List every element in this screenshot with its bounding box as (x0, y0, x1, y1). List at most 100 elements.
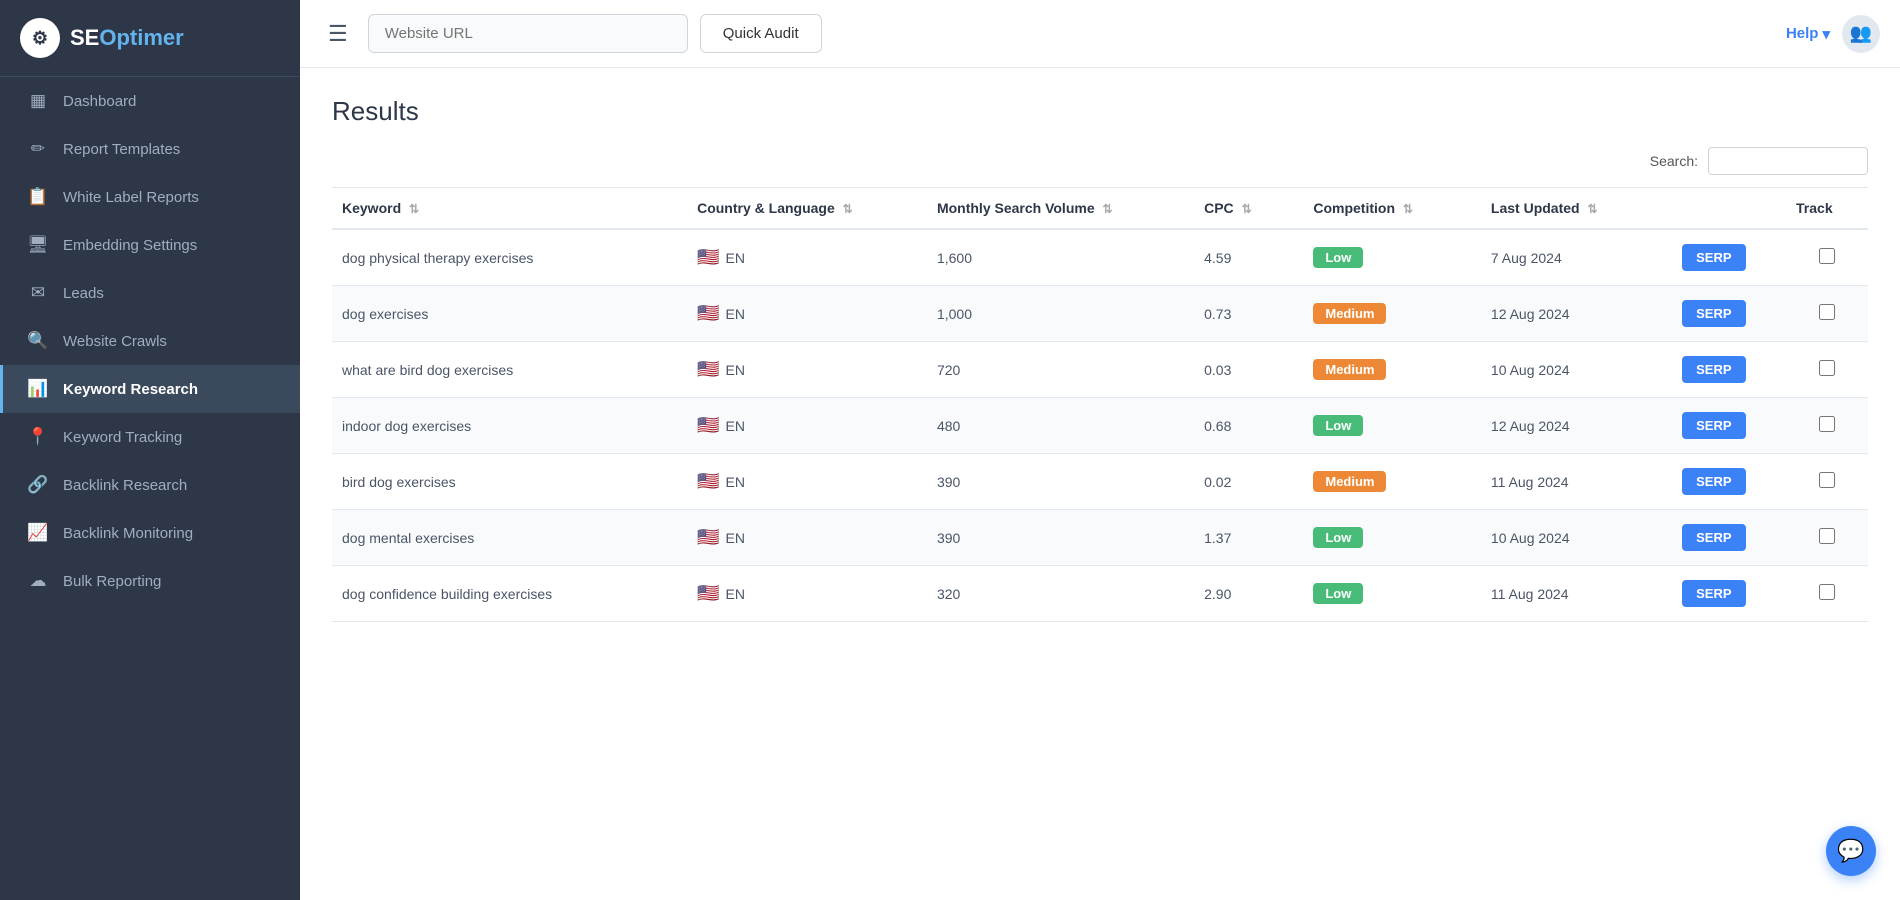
col-header-country[interactable]: Country & Language ⇅ (687, 188, 927, 230)
serp-button-1[interactable]: SERP (1682, 300, 1745, 327)
sidebar-icon-embedding-settings: 🖥 (27, 235, 49, 255)
competition-badge-4: Medium (1313, 471, 1386, 492)
track-checkbox-0[interactable] (1819, 248, 1835, 264)
cell-updated-0: 7 Aug 2024 (1481, 229, 1672, 286)
sort-icon-keyword: ⇅ (409, 202, 419, 216)
flag-icon-6: 🇺🇸 (697, 583, 719, 604)
serp-button-5[interactable]: SERP (1682, 524, 1745, 551)
col-header-cpc[interactable]: CPC ⇅ (1194, 188, 1303, 230)
sidebar-icon-website-crawls: 🔍 (27, 331, 49, 351)
sidebar-item-backlink-monitoring[interactable]: 📈 Backlink Monitoring (0, 509, 300, 557)
track-checkbox-6[interactable] (1819, 584, 1835, 600)
table-row: dog confidence building exercises 🇺🇸 EN … (332, 566, 1868, 622)
sidebar-icon-leads: ✉ (27, 283, 49, 303)
main-panel: ☰ Quick Audit Help ▾ 👥 Results Search: K… (300, 0, 1900, 900)
sidebar-item-keyword-tracking[interactable]: 📍 Keyword Tracking (0, 413, 300, 461)
track-checkbox-1[interactable] (1819, 304, 1835, 320)
content-area: Results Search: Keyword ⇅ Country & Lang… (300, 68, 1900, 900)
cell-country-0: 🇺🇸 EN (687, 229, 927, 286)
col-header-competition[interactable]: Competition ⇅ (1303, 188, 1481, 230)
track-checkbox-4[interactable] (1819, 472, 1835, 488)
cell-updated-5: 10 Aug 2024 (1481, 510, 1672, 566)
cell-lang-5: EN (726, 530, 745, 546)
logo-text: SEOptimer (70, 25, 184, 51)
serp-button-3[interactable]: SERP (1682, 412, 1745, 439)
cell-competition-0: Low (1303, 229, 1481, 286)
cell-track-4 (1786, 454, 1868, 510)
sidebar-item-keyword-research[interactable]: 📊 Keyword Research (0, 365, 300, 413)
cell-cpc-1: 0.73 (1194, 286, 1303, 342)
cell-msv-6: 320 (927, 566, 1194, 622)
cell-keyword-1: dog exercises (332, 286, 687, 342)
sort-icon-cpc: ⇅ (1242, 202, 1252, 216)
help-chevron-icon: ▾ (1822, 25, 1830, 43)
track-checkbox-2[interactable] (1819, 360, 1835, 376)
competition-badge-2: Medium (1313, 359, 1386, 380)
help-button[interactable]: Help ▾ (1786, 25, 1830, 43)
sidebar-label-backlink-research: Backlink Research (63, 477, 187, 494)
cell-competition-2: Medium (1303, 342, 1481, 398)
competition-badge-3: Low (1313, 415, 1363, 436)
sidebar-item-leads[interactable]: ✉ Leads (0, 269, 300, 317)
user-avatar[interactable]: 👥 (1842, 15, 1880, 53)
sidebar-label-white-label-reports: White Label Reports (63, 189, 199, 206)
sidebar-icon-bulk-reporting: ☁ (27, 571, 49, 591)
track-checkbox-5[interactable] (1819, 528, 1835, 544)
sidebar-label-keyword-tracking: Keyword Tracking (63, 429, 182, 446)
serp-button-4[interactable]: SERP (1682, 468, 1745, 495)
cell-updated-4: 11 Aug 2024 (1481, 454, 1672, 510)
cell-track-0 (1786, 229, 1868, 286)
table-row: dog exercises 🇺🇸 EN 1,000 0.73 Medium 12… (332, 286, 1868, 342)
serp-button-0[interactable]: SERP (1682, 244, 1745, 271)
table-row: bird dog exercises 🇺🇸 EN 390 0.02 Medium… (332, 454, 1868, 510)
hamburger-button[interactable]: ☰ (320, 17, 356, 51)
search-input[interactable] (1708, 147, 1868, 175)
cell-keyword-2: what are bird dog exercises (332, 342, 687, 398)
sidebar-item-dashboard[interactable]: ▦ Dashboard (0, 77, 300, 125)
cell-lang-6: EN (726, 586, 745, 602)
flag-icon-0: 🇺🇸 (697, 247, 719, 268)
cell-msv-0: 1,600 (927, 229, 1194, 286)
cell-lang-3: EN (726, 418, 745, 434)
col-header-updated[interactable]: Last Updated ⇅ (1481, 188, 1672, 230)
col-header-keyword[interactable]: Keyword ⇅ (332, 188, 687, 230)
sidebar-item-bulk-reporting[interactable]: ☁ Bulk Reporting (0, 557, 300, 605)
cell-msv-4: 390 (927, 454, 1194, 510)
track-checkbox-3[interactable] (1819, 416, 1835, 432)
sidebar-label-leads: Leads (63, 285, 104, 302)
col-header-serp (1672, 188, 1786, 230)
flag-icon-3: 🇺🇸 (697, 415, 719, 436)
col-header-msv[interactable]: Monthly Search Volume ⇅ (927, 188, 1194, 230)
serp-button-2[interactable]: SERP (1682, 356, 1745, 383)
sidebar-item-report-templates[interactable]: ✏ Report Templates (0, 125, 300, 173)
sidebar-label-embedding-settings: Embedding Settings (63, 237, 197, 254)
flag-icon-5: 🇺🇸 (697, 527, 719, 548)
flag-icon-1: 🇺🇸 (697, 303, 719, 324)
cell-keyword-4: bird dog exercises (332, 454, 687, 510)
cell-competition-6: Low (1303, 566, 1481, 622)
cell-cpc-0: 4.59 (1194, 229, 1303, 286)
sidebar-item-backlink-research[interactable]: 🔗 Backlink Research (0, 461, 300, 509)
cell-msv-1: 1,000 (927, 286, 1194, 342)
sidebar-item-white-label-reports[interactable]: 📋 White Label Reports (0, 173, 300, 221)
cell-keyword-5: dog mental exercises (332, 510, 687, 566)
sidebar-item-embedding-settings[interactable]: 🖥 Embedding Settings (0, 221, 300, 269)
chat-bubble[interactable]: 💬 (1826, 826, 1876, 876)
quick-audit-button[interactable]: Quick Audit (700, 14, 822, 53)
sidebar-icon-white-label-reports: 📋 (27, 187, 49, 207)
sidebar-icon-backlink-research: 🔗 (27, 475, 49, 495)
sidebar-item-website-crawls[interactable]: 🔍 Website Crawls (0, 317, 300, 365)
cell-serp-1: SERP (1672, 286, 1786, 342)
sidebar-label-website-crawls: Website Crawls (63, 333, 167, 350)
cell-lang-1: EN (726, 306, 745, 322)
url-input[interactable] (368, 14, 688, 53)
cell-competition-5: Low (1303, 510, 1481, 566)
cell-keyword-6: dog confidence building exercises (332, 566, 687, 622)
cell-msv-5: 390 (927, 510, 1194, 566)
help-label: Help (1786, 25, 1819, 42)
cell-serp-5: SERP (1672, 510, 1786, 566)
cell-msv-2: 720 (927, 342, 1194, 398)
serp-button-6[interactable]: SERP (1682, 580, 1745, 607)
sort-icon-competition: ⇅ (1403, 202, 1413, 216)
results-table: Keyword ⇅ Country & Language ⇅ Monthly S… (332, 187, 1868, 622)
